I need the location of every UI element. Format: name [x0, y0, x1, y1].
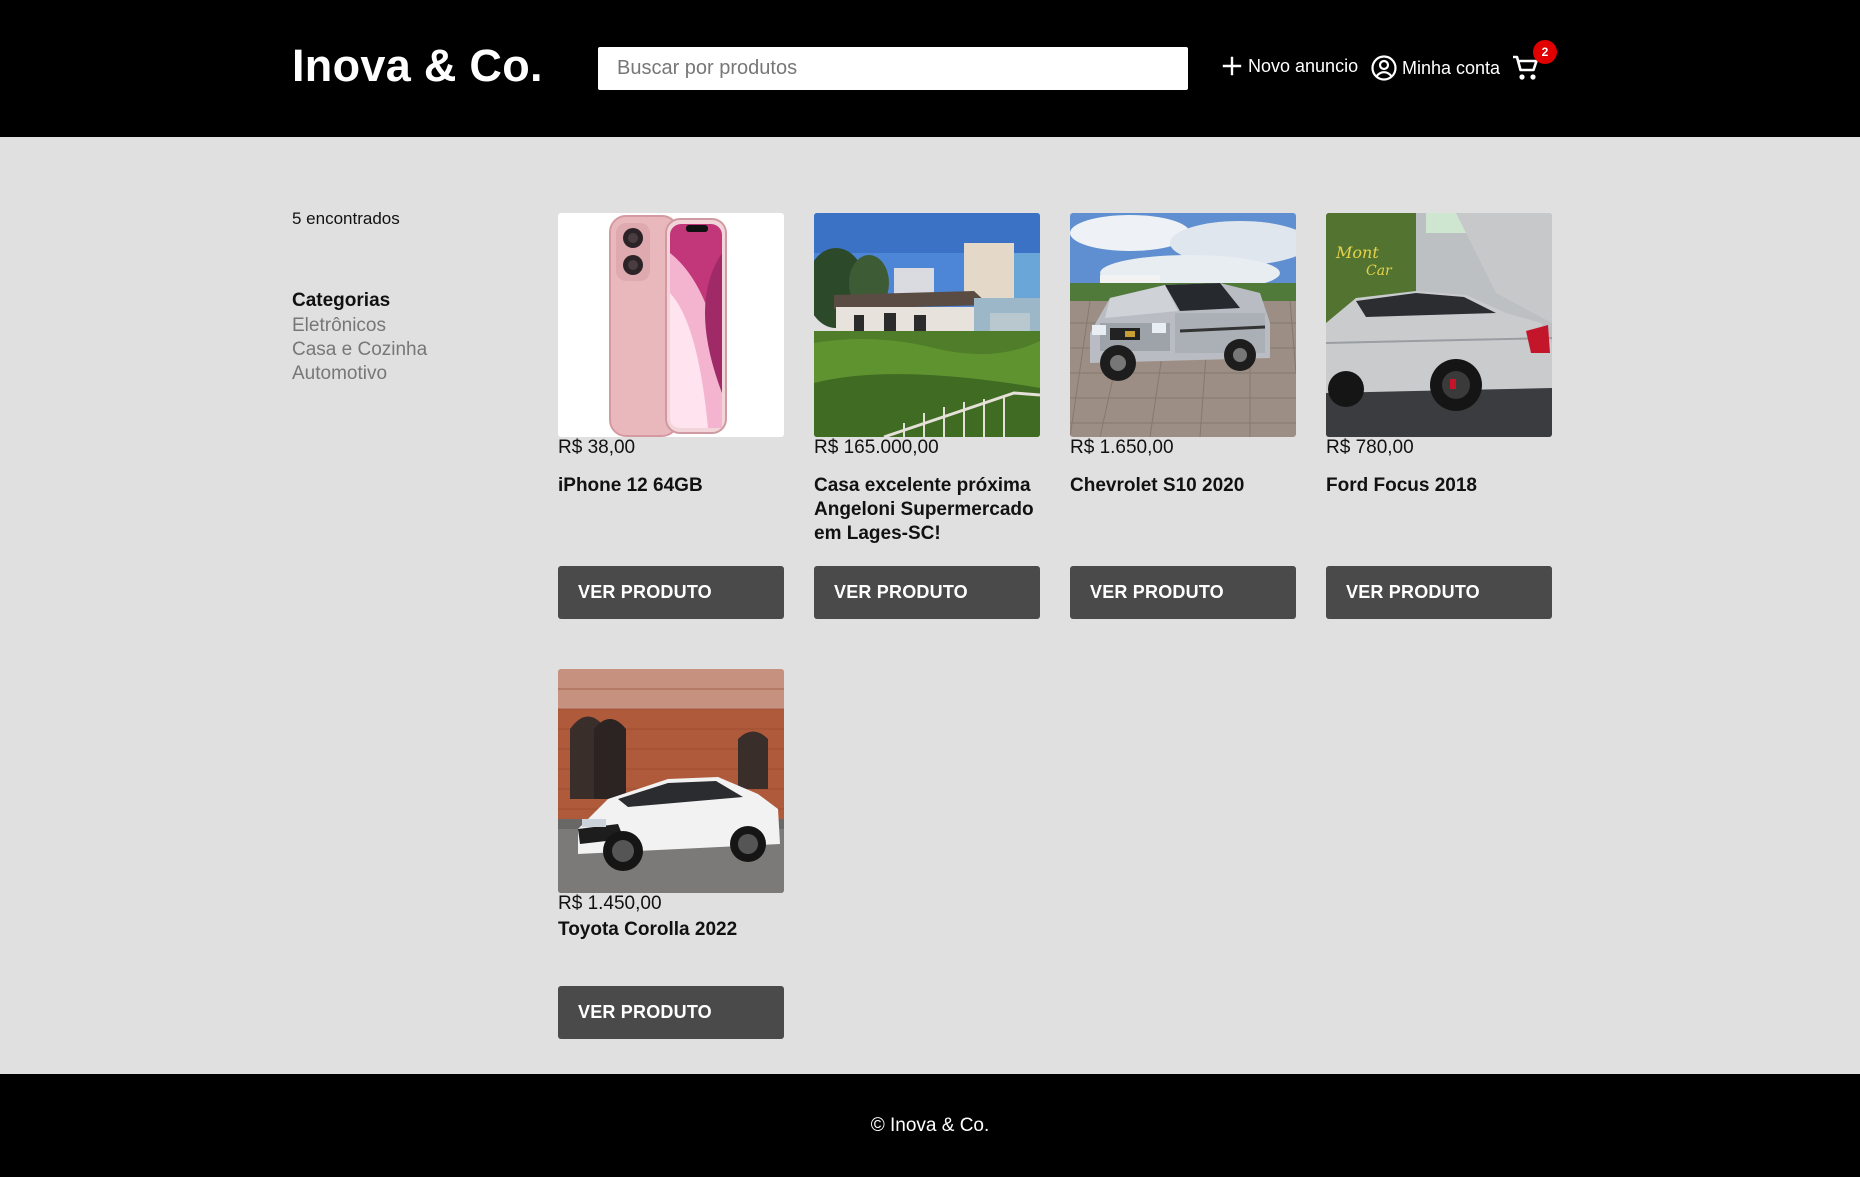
svg-text:Car: Car	[1366, 263, 1393, 279]
new-listing-label: Novo anuncio	[1248, 55, 1359, 76]
product-name[interactable]: Casa excelente próxima Angeloni Supermer…	[814, 474, 1040, 546]
product-image-pickup-truck[interactable]	[1070, 213, 1296, 437]
top-header: Inova & Co. Novo anuncio Minha conta 2	[0, 0, 1860, 137]
svg-text:Mont: Mont	[1335, 243, 1379, 262]
results-count: 5 encontrados	[292, 209, 400, 228]
search-input[interactable]	[598, 47, 1188, 90]
view-product-button[interactable]: VER PRODUTO	[558, 566, 784, 619]
product-price: R$ 1.650,00	[1070, 437, 1174, 458]
product-name[interactable]: Ford Focus 2018	[1326, 474, 1552, 498]
category-list: Eletrônicos Casa e Cozinha Automotivo	[292, 314, 427, 386]
product-name[interactable]: Toyota Corolla 2022	[558, 918, 784, 942]
product-image-white-sedan[interactable]	[558, 669, 784, 893]
product-image-pink-iphone[interactable]	[558, 213, 784, 437]
view-product-button[interactable]: VER PRODUTO	[558, 986, 784, 1039]
view-product-button[interactable]: VER PRODUTO	[814, 566, 1040, 619]
account-label: Minha conta	[1402, 57, 1501, 78]
product-price: R$ 165.000,00	[814, 437, 939, 458]
site-footer: © Inova & Co.	[0, 1074, 1860, 1177]
site-logo[interactable]: Inova & Co.	[292, 40, 543, 92]
cart-count-badge: 2	[1533, 40, 1557, 64]
product-image-silver-sedan[interactable]: Mont Car	[1326, 213, 1552, 437]
category-electronics[interactable]: Eletrônicos	[292, 314, 427, 338]
account-circle-icon	[1371, 55, 1397, 81]
product-price: R$ 1.450,00	[558, 893, 662, 914]
category-home-kitchen[interactable]: Casa e Cozinha	[292, 338, 427, 362]
view-product-button[interactable]: VER PRODUTO	[1326, 566, 1552, 619]
product-name[interactable]: iPhone 12 64GB	[558, 474, 784, 498]
product-name[interactable]: Chevrolet S10 2020	[1070, 474, 1296, 498]
product-price: R$ 38,00	[558, 437, 636, 458]
footer-copyright: © Inova & Co.	[870, 1114, 990, 1136]
account-link[interactable]: Minha conta	[1370, 54, 1500, 82]
product-image-house[interactable]	[814, 213, 1040, 437]
categories-heading: Categorias	[292, 290, 391, 311]
view-product-button[interactable]: VER PRODUTO	[1070, 566, 1296, 619]
new-listing-link[interactable]: Novo anuncio	[1220, 54, 1358, 78]
plus-icon	[1222, 56, 1242, 76]
product-price: R$ 780,00	[1326, 437, 1414, 458]
category-automotive[interactable]: Automotivo	[292, 362, 427, 386]
